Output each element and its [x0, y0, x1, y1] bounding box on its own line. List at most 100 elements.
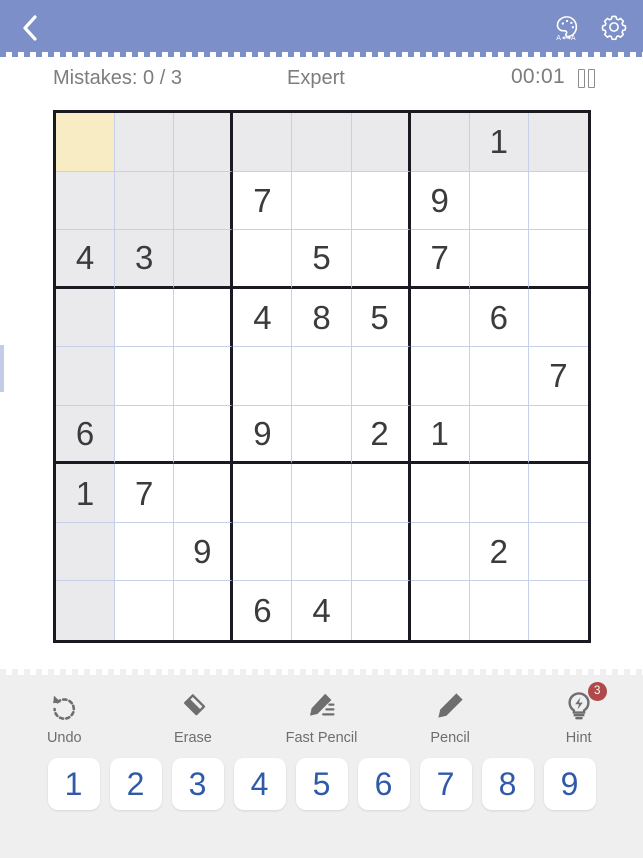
board-cell[interactable]	[56, 171, 116, 231]
tool-undo[interactable]: Undo	[0, 689, 129, 759]
board-cell[interactable]	[351, 171, 411, 231]
board-cell[interactable]	[174, 230, 234, 289]
palette-theme-icon[interactable]: A A	[553, 12, 583, 42]
number-key-5[interactable]: 5	[295, 758, 348, 810]
board-cell[interactable]: 1	[469, 113, 529, 172]
board-cell[interactable]: 7	[115, 464, 175, 523]
board-cell[interactable]	[292, 171, 352, 231]
tool-pencil[interactable]: Pencil	[386, 689, 515, 759]
board-cell[interactable]	[528, 171, 588, 231]
board-cell[interactable]: 8	[292, 288, 352, 348]
board-cell[interactable]	[351, 464, 411, 523]
board-cell[interactable]	[115, 347, 175, 406]
board-cell[interactable]	[233, 113, 293, 172]
board-cell[interactable]: 6	[56, 405, 116, 465]
board-cell[interactable]	[528, 464, 588, 523]
board-cell[interactable]	[528, 522, 588, 582]
board-cell[interactable]	[410, 113, 470, 172]
board-cell[interactable]: 2	[469, 522, 529, 582]
board-cell[interactable]: 6	[469, 288, 529, 348]
board-cell[interactable]	[351, 113, 411, 172]
board-cell[interactable]	[56, 522, 116, 582]
board-cell[interactable]	[351, 581, 411, 640]
board-cell[interactable]: 5	[351, 288, 411, 348]
board-cell[interactable]: 1	[56, 464, 116, 523]
board-cell[interactable]: 4	[56, 230, 116, 289]
board-cell[interactable]: 3	[115, 230, 175, 289]
board-cell[interactable]	[469, 405, 529, 465]
board-cell[interactable]	[233, 522, 293, 582]
board-cell[interactable]	[174, 288, 234, 348]
board-cell[interactable]	[174, 171, 234, 231]
board-cell[interactable]	[351, 522, 411, 582]
board-cell[interactable]	[528, 113, 588, 172]
tool-fast-pencil[interactable]: Fast Pencil	[257, 689, 386, 759]
number-key-6[interactable]: 6	[357, 758, 410, 810]
board-cell[interactable]	[115, 113, 175, 172]
number-key-7[interactable]: 7	[419, 758, 472, 810]
board-cell[interactable]	[528, 230, 588, 289]
board-cell[interactable]	[292, 405, 352, 465]
board-cell[interactable]: 6	[233, 581, 293, 640]
board-cell[interactable]	[56, 581, 116, 640]
board-cell[interactable]: 7	[528, 347, 588, 406]
board-cell[interactable]	[115, 522, 175, 582]
board-cell[interactable]	[292, 347, 352, 406]
board-cell[interactable]: 7	[233, 171, 293, 231]
board-cell[interactable]	[56, 288, 116, 348]
board-cell[interactable]	[351, 347, 411, 406]
tool-hint[interactable]: 3 Hint	[514, 682, 643, 759]
board-cell[interactable]	[233, 230, 293, 289]
board-cell[interactable]	[233, 464, 293, 523]
board-cell[interactable]: 9	[410, 171, 470, 231]
gear-icon[interactable]	[599, 12, 629, 42]
number-key-8[interactable]: 8	[481, 758, 534, 810]
number-key-4[interactable]: 4	[233, 758, 286, 810]
number-key-2[interactable]: 2	[109, 758, 162, 810]
board-cell[interactable]	[410, 581, 470, 640]
pause-icon[interactable]	[578, 67, 595, 88]
board-cell[interactable]: 1	[410, 405, 470, 465]
board-cell[interactable]	[469, 347, 529, 406]
board-cell[interactable]	[469, 230, 529, 289]
board-cell[interactable]	[410, 288, 470, 348]
board-cell[interactable]	[469, 581, 529, 640]
board-cell[interactable]: 9	[174, 522, 234, 582]
number-key-3[interactable]: 3	[171, 758, 224, 810]
board-cell[interactable]	[292, 522, 352, 582]
board-cell[interactable]	[115, 171, 175, 231]
board-cell[interactable]	[174, 405, 234, 465]
board-cell[interactable]	[233, 347, 293, 406]
board-cell[interactable]	[528, 581, 588, 640]
board-cell[interactable]	[410, 522, 470, 582]
sudoku-board[interactable]: 1794357485676921179264	[53, 110, 591, 643]
board-cell[interactable]	[469, 464, 529, 523]
board-cell[interactable]	[174, 581, 234, 640]
board-cell[interactable]: 4	[233, 288, 293, 348]
board-cell[interactable]: 9	[233, 405, 293, 465]
board-cell[interactable]	[351, 230, 411, 289]
board-cell[interactable]	[292, 113, 352, 172]
tool-erase[interactable]: Erase	[129, 689, 258, 759]
board-cell[interactable]: 2	[351, 405, 411, 465]
board-cell[interactable]: 4	[292, 581, 352, 640]
number-key-1[interactable]: 1	[47, 758, 100, 810]
board-cell[interactable]	[528, 405, 588, 465]
board-cell[interactable]	[115, 405, 175, 465]
board-cell[interactable]	[56, 347, 116, 406]
board-cell[interactable]: 5	[292, 230, 352, 289]
board-cell[interactable]	[292, 464, 352, 523]
board-cell[interactable]	[174, 113, 234, 172]
board-cell[interactable]	[528, 288, 588, 348]
board-cell[interactable]	[410, 464, 470, 523]
board-cell[interactable]	[115, 288, 175, 348]
board-cell[interactable]	[410, 347, 470, 406]
board-cell[interactable]	[56, 113, 116, 172]
board-cell[interactable]	[469, 171, 529, 231]
back-button[interactable]	[10, 9, 50, 47]
board-cell[interactable]	[174, 464, 234, 523]
board-cell[interactable]	[115, 581, 175, 640]
number-key-9[interactable]: 9	[543, 758, 596, 810]
board-cell[interactable]: 7	[410, 230, 470, 289]
board-cell[interactable]	[174, 347, 234, 406]
